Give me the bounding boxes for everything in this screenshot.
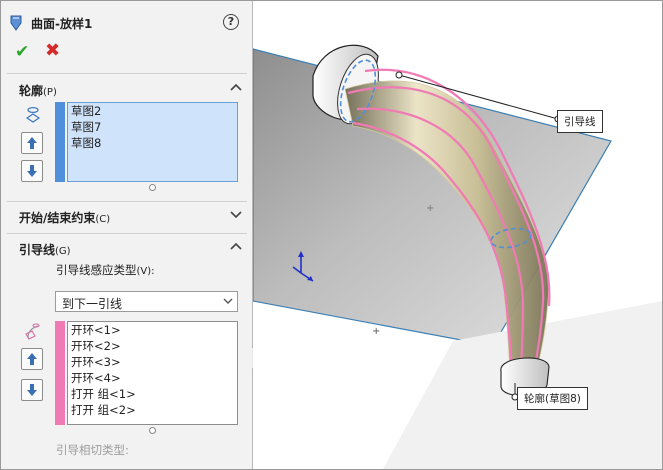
section-header-profiles[interactable]: 轮廓(P) [1, 77, 252, 101]
guide-tangency-label: 引导相切类型: [56, 443, 129, 457]
guide-influence-label: 引导线感应类型(V): [56, 263, 155, 277]
guides-listbox[interactable]: 开环<1> 开环<2> 开环<3> 开环<4> 打开 组<1> 打开 组<2> [67, 321, 238, 425]
list-item[interactable]: 开环<1> [68, 322, 237, 338]
callout-guide[interactable]: 引导线 [557, 110, 603, 133]
move-up-button[interactable] [21, 132, 43, 154]
guides-color-strip [55, 321, 65, 425]
guide-selection-icon [25, 323, 40, 340]
origin-mark: + [372, 326, 380, 337]
arrow-down-icon [27, 384, 37, 396]
ok-button[interactable]: ✔ [15, 43, 29, 61]
loft-feature-icon [10, 15, 22, 31]
chevron-down-icon[interactable] [229, 207, 243, 221]
arrow-up-icon [27, 353, 37, 365]
resize-grip[interactable] [149, 427, 156, 434]
divider [7, 201, 247, 202]
page-title: 曲面-放样1 [31, 17, 93, 31]
section-title-start-end: 开始/结束约束(C) [19, 211, 111, 225]
chevron-down-icon [223, 298, 233, 304]
divider [7, 233, 247, 234]
chevron-up-icon[interactable] [229, 80, 243, 94]
move-down-button[interactable] [21, 160, 43, 182]
chevron-up-icon[interactable] [229, 239, 243, 253]
profiles-listbox[interactable]: 草图2 草图7 草图8 [67, 102, 238, 182]
divider [7, 73, 247, 74]
help-icon[interactable]: ? [223, 14, 239, 30]
property-manager: 曲面-放样1 ? ✔ ✖ 轮廓(P) 草图2 草图7 草图8 开始/结束约束(C… [1, 1, 253, 469]
move-up-button[interactable] [21, 348, 43, 370]
guide-influence-select[interactable]: 到下一引线 [55, 291, 238, 312]
resize-grip[interactable] [149, 184, 156, 191]
cancel-button[interactable]: ✖ [45, 42, 60, 60]
arrow-up-icon [27, 137, 37, 149]
graphics-viewport[interactable]: + + 引导线 轮廓(草图8) [253, 1, 662, 469]
list-item[interactable]: 开环<4> [68, 370, 237, 386]
guide-influence-value: 到下一引线 [62, 297, 123, 311]
callout-profile[interactable]: 轮廓(草图8) [517, 387, 588, 410]
section-header-guides[interactable]: 引导线(G) [1, 236, 252, 260]
move-down-button[interactable] [21, 379, 43, 401]
list-item[interactable]: 开环<3> [68, 354, 237, 370]
loft-window: 曲面-放样1 ? ✔ ✖ 轮廓(P) 草图2 草图7 草图8 开始/结束约束(C… [0, 0, 663, 470]
origin-mark: + [426, 203, 434, 214]
section-header-start-end[interactable]: 开始/结束约束(C) [1, 204, 252, 228]
pm-header: 曲面-放样1 ? ✔ ✖ [1, 1, 252, 71]
section-title-profiles: 轮廓(P) [19, 84, 57, 98]
profile-selection-icon [25, 106, 41, 123]
section-title-guides: 引导线(G) [19, 243, 71, 257]
list-item[interactable]: 草图2 [68, 103, 237, 119]
list-item[interactable]: 草图8 [68, 135, 237, 151]
list-item[interactable]: 打开 组<1> [68, 386, 237, 402]
profiles-color-strip [55, 102, 65, 182]
list-item[interactable]: 开环<2> [68, 338, 237, 354]
list-item[interactable]: 草图7 [68, 119, 237, 135]
leader-point [395, 71, 403, 79]
model-canvas[interactable]: + + [253, 1, 662, 469]
list-item[interactable]: 打开 组<2> [68, 402, 237, 418]
arrow-down-icon [27, 165, 37, 177]
